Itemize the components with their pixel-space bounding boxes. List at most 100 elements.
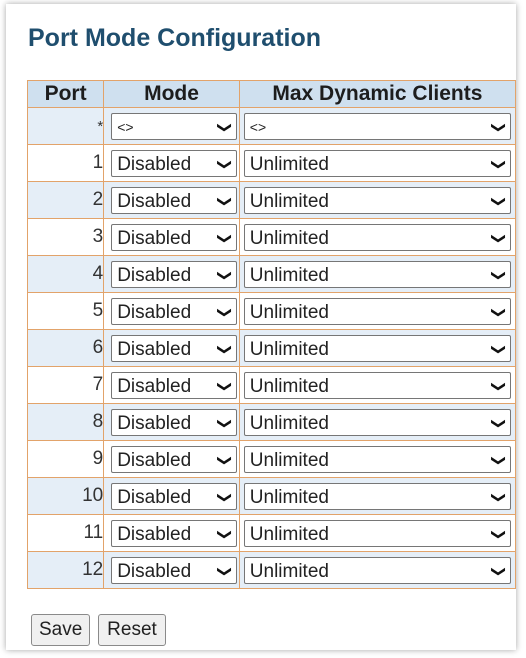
mode-select-value: Disabled bbox=[117, 301, 192, 323]
mode-select-value: <> bbox=[117, 118, 134, 135]
chevron-down-icon bbox=[492, 447, 504, 472]
mode-select[interactable]: Disabled bbox=[111, 445, 237, 473]
chevron-down-icon bbox=[492, 225, 504, 250]
reset-button[interactable]: Reset bbox=[98, 614, 166, 646]
max-clients-select-value: Unlimited bbox=[249, 190, 329, 212]
mode-select[interactable]: Disabled bbox=[111, 556, 237, 584]
mode-select[interactable]: <> bbox=[111, 112, 237, 140]
chevron-down-icon bbox=[218, 484, 230, 509]
max-clients-select-value: Unlimited bbox=[249, 301, 329, 323]
port-cell: 7 bbox=[26, 366, 105, 404]
table-row: 12 Disabled Unlimited bbox=[26, 551, 517, 589]
max-clients-select[interactable]: <> bbox=[243, 112, 511, 140]
mode-select[interactable]: Disabled bbox=[111, 334, 237, 362]
table-row: 6 Disabled Unlimited bbox=[26, 329, 517, 367]
chevron-down-icon bbox=[492, 188, 504, 213]
page-title: Port Mode Configuration bbox=[28, 24, 322, 52]
port-cell: 2 bbox=[26, 181, 105, 219]
mode-select-value: Disabled bbox=[117, 190, 192, 212]
table-header-row: Port Mode Max Dynamic Clients bbox=[26, 80, 517, 108]
port-mode-table: Port Mode Max Dynamic Clients * <> <> bbox=[26, 80, 517, 589]
chevron-down-icon bbox=[218, 114, 230, 139]
chevron-down-icon bbox=[218, 262, 230, 287]
table-row: 2 Disabled Unlimited bbox=[26, 181, 517, 219]
chevron-down-icon bbox=[492, 484, 504, 509]
max-clients-select[interactable]: Unlimited bbox=[243, 334, 511, 362]
max-clients-select-value: Unlimited bbox=[249, 486, 329, 508]
column-header-mode: Mode bbox=[103, 80, 240, 108]
mode-select[interactable]: Disabled bbox=[111, 223, 237, 251]
port-cell: 10 bbox=[26, 477, 105, 515]
mode-select-value: Disabled bbox=[117, 227, 192, 249]
table-row: 1 Disabled Unlimited bbox=[26, 144, 517, 182]
wildcard-row: * <> <> bbox=[26, 107, 517, 145]
chevron-down-icon bbox=[492, 151, 504, 176]
chevron-down-icon bbox=[492, 299, 504, 324]
column-header-max-dynamic-clients: Max Dynamic Clients bbox=[238, 80, 517, 108]
mode-select[interactable]: Disabled bbox=[111, 186, 237, 214]
mode-select[interactable]: Disabled bbox=[111, 149, 237, 177]
chevron-down-icon bbox=[218, 188, 230, 213]
port-cell: 1 bbox=[26, 144, 105, 182]
table-row: 7 Disabled Unlimited bbox=[26, 366, 517, 404]
table-row: 11 Disabled Unlimited bbox=[26, 514, 517, 552]
port-cell: 8 bbox=[26, 403, 105, 441]
mode-select[interactable]: Disabled bbox=[111, 297, 237, 325]
chevron-down-icon bbox=[218, 373, 230, 398]
max-clients-select[interactable]: Unlimited bbox=[243, 556, 511, 584]
mode-select-value: Disabled bbox=[117, 412, 192, 434]
max-clients-select[interactable]: Unlimited bbox=[243, 186, 511, 214]
mode-select[interactable]: Disabled bbox=[111, 519, 237, 547]
chevron-down-icon bbox=[218, 521, 230, 546]
max-clients-select[interactable]: Unlimited bbox=[243, 519, 511, 547]
mode-select-value: Disabled bbox=[117, 264, 192, 286]
chevron-down-icon bbox=[218, 558, 230, 583]
chevron-down-icon bbox=[492, 410, 504, 435]
chevron-down-icon bbox=[218, 410, 230, 435]
max-clients-select-value: Unlimited bbox=[249, 227, 329, 249]
max-clients-select[interactable]: Unlimited bbox=[243, 260, 511, 288]
table-row: 9 Disabled Unlimited bbox=[26, 440, 517, 478]
max-clients-select-value: Unlimited bbox=[249, 412, 329, 434]
mode-select-value: Disabled bbox=[117, 153, 192, 175]
port-cell: 3 bbox=[26, 218, 105, 256]
max-clients-select-value: Unlimited bbox=[249, 264, 329, 286]
max-clients-select[interactable]: Unlimited bbox=[243, 297, 511, 325]
max-clients-select[interactable]: Unlimited bbox=[243, 223, 511, 251]
port-cell: 11 bbox=[26, 514, 105, 552]
max-clients-select-value: <> bbox=[249, 118, 267, 135]
table-row: 4 Disabled Unlimited bbox=[26, 255, 517, 293]
mode-select[interactable]: Disabled bbox=[111, 260, 237, 288]
chevron-down-icon bbox=[492, 114, 504, 139]
port-cell: * bbox=[26, 107, 105, 145]
chevron-down-icon bbox=[492, 521, 504, 546]
mode-select[interactable]: Disabled bbox=[111, 371, 237, 399]
port-cell: 9 bbox=[26, 440, 105, 478]
max-clients-select[interactable]: Unlimited bbox=[243, 482, 511, 510]
max-clients-select-value: Unlimited bbox=[249, 449, 329, 471]
max-clients-select-value: Unlimited bbox=[249, 375, 329, 397]
port-cell: 12 bbox=[26, 551, 105, 589]
max-clients-select[interactable]: Unlimited bbox=[243, 445, 511, 473]
mode-select[interactable]: Disabled bbox=[111, 408, 237, 436]
mode-select-value: Disabled bbox=[117, 560, 192, 582]
max-clients-select[interactable]: Unlimited bbox=[243, 408, 511, 436]
chevron-down-icon bbox=[218, 447, 230, 472]
chevron-down-icon bbox=[492, 336, 504, 361]
save-button[interactable]: Save bbox=[31, 614, 90, 646]
config-panel: Port Mode Configuration Port Mode Max Dy… bbox=[6, 4, 517, 650]
port-cell: 6 bbox=[26, 329, 105, 367]
table-row: 10 Disabled Unlimited bbox=[26, 477, 517, 515]
chevron-down-icon bbox=[492, 373, 504, 398]
max-clients-select-value: Unlimited bbox=[249, 153, 329, 175]
max-clients-select[interactable]: Unlimited bbox=[243, 371, 511, 399]
mode-select-value: Disabled bbox=[117, 449, 192, 471]
max-clients-select[interactable]: Unlimited bbox=[243, 149, 511, 177]
max-clients-select-value: Unlimited bbox=[249, 560, 329, 582]
max-clients-select-value: Unlimited bbox=[249, 338, 329, 360]
table-row: 3 Disabled Unlimited bbox=[26, 218, 517, 256]
chevron-down-icon bbox=[218, 336, 230, 361]
port-cell: 4 bbox=[26, 255, 105, 293]
chevron-down-icon bbox=[492, 262, 504, 287]
mode-select[interactable]: Disabled bbox=[111, 482, 237, 510]
